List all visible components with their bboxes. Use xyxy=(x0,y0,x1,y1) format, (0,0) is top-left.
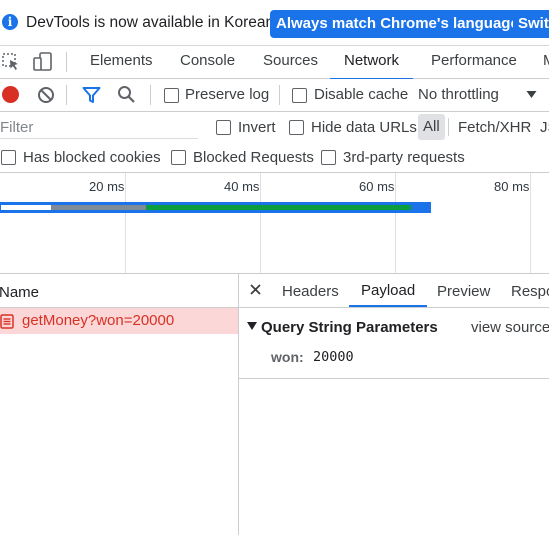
type-filter-fetch-xhr[interactable]: Fetch/XHR xyxy=(458,119,531,136)
overview-waterfall-bar xyxy=(0,202,431,213)
disable-cache-checkbox[interactable] xyxy=(292,88,307,103)
overview-tick: 60 ms xyxy=(359,179,395,194)
document-error-icon xyxy=(0,314,14,329)
toolbar-divider xyxy=(279,85,280,105)
section-expanded-icon[interactable] xyxy=(247,322,257,330)
throttling-select[interactable]: No throttling xyxy=(418,86,499,103)
param-value: 20000 xyxy=(313,349,354,365)
tab-more[interactable]: M xyxy=(543,46,549,78)
invert-checkbox[interactable] xyxy=(216,120,231,135)
third-party-requests-checkbox[interactable] xyxy=(321,150,336,165)
details-tab-headers[interactable]: Headers xyxy=(282,283,339,300)
query-string-title[interactable]: Query String Parameters xyxy=(261,319,438,336)
request-name: getMoney?won=20000 xyxy=(22,312,175,329)
request-list: Name getMoney?won=20000 xyxy=(0,274,239,535)
details-tab-strip: Headers Payload Preview Respo xyxy=(239,274,549,308)
type-filter-all[interactable]: All xyxy=(418,114,445,140)
overview-tick: 80 ms xyxy=(494,179,530,194)
has-blocked-cookies-checkbox[interactable] xyxy=(1,150,16,165)
tab-strip-divider xyxy=(66,52,67,72)
inspect-element-icon[interactable] xyxy=(2,53,20,71)
details-tab-payload[interactable]: Payload xyxy=(349,274,428,307)
filter-divider xyxy=(448,118,449,136)
blocked-requests-checkbox[interactable] xyxy=(171,150,186,165)
record-icon[interactable] xyxy=(2,86,19,103)
overview-tick: 40 ms xyxy=(224,179,260,194)
clear-icon[interactable] xyxy=(37,86,55,104)
tab-network[interactable]: Network xyxy=(330,46,414,80)
filter-placeholder: Filter xyxy=(0,119,34,136)
third-party-requests-label: 3rd-party requests xyxy=(343,149,465,166)
details-tab-response[interactable]: Respo xyxy=(511,283,549,300)
chevron-down-icon[interactable] xyxy=(526,90,537,99)
tab-sources[interactable]: Sources xyxy=(263,46,318,78)
preserve-log-label: Preserve log xyxy=(185,86,270,103)
network-overview[interactable]: 20 ms 40 ms 60 ms 80 ms xyxy=(0,173,549,274)
view-source-link[interactable]: view source xyxy=(471,319,549,336)
devtools-tab-strip: Elements Console Sources Network Perform… xyxy=(0,46,549,80)
overview-tick: 20 ms xyxy=(89,179,125,194)
has-blocked-cookies-label: Has blocked cookies xyxy=(23,149,161,166)
hide-data-urls-label: Hide data URLs xyxy=(311,119,417,136)
request-list-header: Name xyxy=(0,274,238,308)
always-match-language-button[interactable]: Always match Chrome's language xyxy=(270,10,525,38)
overview-gridline xyxy=(395,173,396,273)
tab-console[interactable]: Console xyxy=(180,46,235,78)
language-infobar: i DevTools is now available in Korean! A… xyxy=(0,0,549,46)
tab-elements[interactable]: Elements xyxy=(90,46,153,78)
blocked-filter-bar: Has blocked cookies Blocked Requests 3rd… xyxy=(0,142,549,173)
overview-gridline xyxy=(125,173,126,273)
details-tab-preview[interactable]: Preview xyxy=(437,283,490,300)
tab-performance[interactable]: Performance xyxy=(431,46,517,78)
infobar-message: DevTools is now available in Korean! xyxy=(26,14,279,31)
search-icon[interactable] xyxy=(117,85,136,104)
request-row[interactable]: getMoney?won=20000 xyxy=(0,308,238,334)
switch-language-button[interactable]: Switc xyxy=(513,10,549,38)
info-icon: i xyxy=(2,14,18,30)
overview-gridline xyxy=(530,173,531,273)
filter-icon[interactable] xyxy=(82,86,101,104)
device-toolbar-icon[interactable] xyxy=(33,52,53,72)
preserve-log-checkbox[interactable] xyxy=(164,88,179,103)
disable-cache-label: Disable cache xyxy=(314,86,409,103)
type-filter-js[interactable]: JS xyxy=(540,119,549,136)
name-column-header[interactable]: Name xyxy=(0,284,39,301)
toolbar-divider xyxy=(150,85,151,105)
filter-bar: Filter Invert Hide data URLs All Fetch/X… xyxy=(0,112,549,142)
toolbar-divider xyxy=(66,85,67,105)
blocked-requests-label: Blocked Requests xyxy=(193,149,314,166)
invert-label: Invert xyxy=(238,119,276,136)
filter-input[interactable]: Filter xyxy=(0,116,198,139)
close-icon[interactable] xyxy=(250,284,261,295)
network-toolbar: Preserve log Disable cache No throttling xyxy=(0,79,549,112)
hide-data-urls-checkbox[interactable] xyxy=(289,120,304,135)
overview-gridline xyxy=(260,173,261,273)
request-details: Headers Payload Preview Respo Query Stri… xyxy=(239,274,549,535)
query-string-section: Query String Parameters view source won:… xyxy=(239,308,549,379)
param-key: won: xyxy=(271,349,304,365)
